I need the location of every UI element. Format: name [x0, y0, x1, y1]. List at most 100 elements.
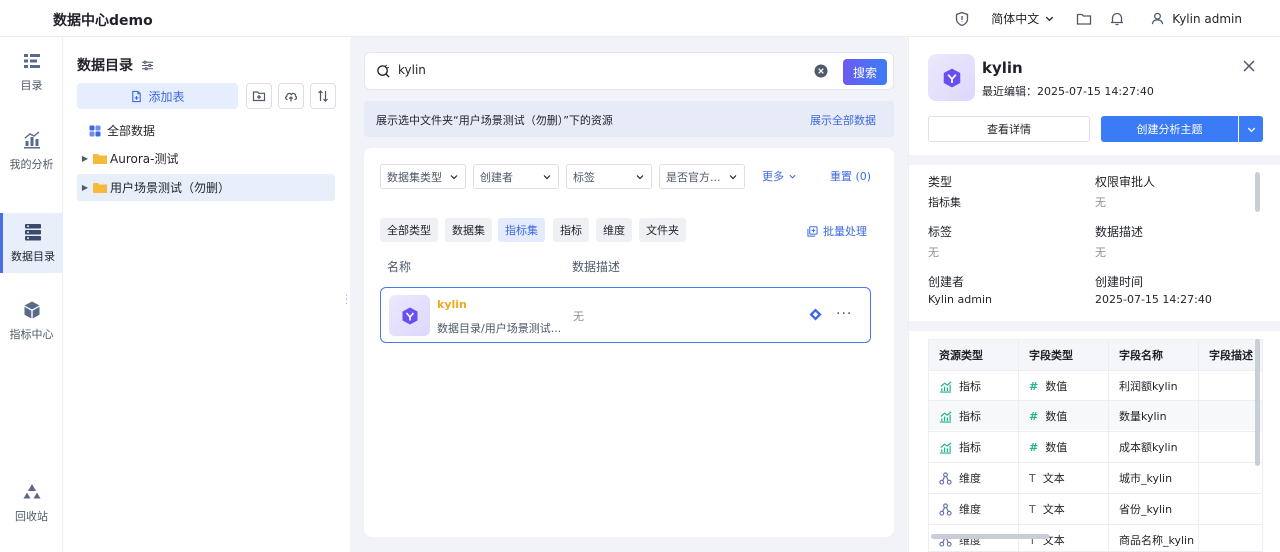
- tree-item-all-data[interactable]: 全部数据: [77, 117, 335, 144]
- create-options-dropdown[interactable]: [1238, 116, 1263, 142]
- filter-dataset-type[interactable]: 数据集类型: [380, 164, 466, 189]
- chip-all-types[interactable]: 全部类型: [380, 218, 438, 242]
- chip-dimension[interactable]: 维度: [596, 218, 632, 242]
- prop-label-tags: 标签: [928, 225, 953, 239]
- cloud-upload-icon: [285, 92, 298, 102]
- top-bar: 数据中心demo 简体中文 Kylin admin: [0, 0, 1280, 37]
- bell-icon[interactable]: [1109, 11, 1125, 27]
- props-scrollbar[interactable]: [1255, 172, 1260, 212]
- dimension-icon: [939, 471, 952, 485]
- detail-title: kylin: [982, 59, 1023, 77]
- nav-label: 指标中心: [9, 328, 54, 341]
- detail-last-edit: 最近编辑：2025-07-15 14:27:40: [982, 85, 1154, 98]
- user-name: Kylin admin: [1172, 11, 1242, 26]
- search-input[interactable]: [398, 63, 778, 77]
- field-name: 商品名称_kylin: [1119, 534, 1195, 547]
- result-row[interactable]: kylin 数据目录/用户场景测试... 无 ···: [380, 287, 871, 343]
- nav-item-recycle-bin[interactable]: 回收站: [0, 473, 63, 533]
- folder-info-text: 展示选中文件夹“用户场景测试（勿删）”下的资源: [376, 114, 613, 127]
- prop-value-created: 2025-07-15 14:27:40: [1095, 293, 1212, 306]
- tree-item-user-scenario[interactable]: ▶ 用户场景测试（勿删）: [77, 174, 335, 201]
- sort-button[interactable]: [310, 83, 336, 109]
- field-name: 城市_kylin: [1119, 472, 1173, 485]
- prop-label-created: 创建时间: [1095, 275, 1144, 289]
- nav-item-my-analysis[interactable]: 我的分析: [0, 121, 63, 181]
- chip-folder[interactable]: 文件夹: [639, 218, 686, 242]
- upload-button[interactable]: [278, 83, 304, 109]
- prop-value-tags: 无: [928, 246, 939, 259]
- folder-add-icon: [252, 91, 266, 102]
- folder-icon: [93, 154, 107, 164]
- table-row[interactable]: 维度 T 文本 省份_kylin: [929, 493, 1262, 524]
- add-table-label: 添加表: [148, 89, 185, 104]
- field-name: 省份_kylin: [1119, 503, 1173, 516]
- column-header-desc: 数据描述: [572, 260, 621, 274]
- user-menu[interactable]: Kylin admin: [1150, 11, 1242, 26]
- field-type: 数值: [1045, 380, 1068, 393]
- nav-label: 目录: [20, 79, 43, 92]
- chip-dataset[interactable]: 数据集: [445, 218, 492, 242]
- chevron-down-icon: [636, 174, 644, 179]
- caret-right-icon[interactable]: ▶: [77, 154, 93, 163]
- header-field-type: 字段类型: [1019, 340, 1109, 370]
- metric-set-icon: [928, 54, 975, 101]
- more-label: 更多: [762, 170, 784, 183]
- chip-metric-set[interactable]: 指标集: [498, 218, 545, 242]
- new-folder-button[interactable]: [246, 83, 272, 109]
- analyze-icon[interactable]: [809, 308, 822, 321]
- table-scrollbar[interactable]: [1255, 339, 1260, 466]
- chevron-down-icon: [729, 174, 737, 179]
- add-file-icon: [132, 90, 142, 102]
- header-field-name: 字段名称: [1109, 340, 1199, 370]
- list-icon: [23, 54, 40, 68]
- filter-label: 创建者: [480, 170, 513, 184]
- table-row[interactable]: 指标 # 数值 数量kylin: [929, 400, 1262, 431]
- nav-item-data-catalog[interactable]: 数据目录: [0, 213, 63, 273]
- tree-item-aurora[interactable]: ▶ Aurora-测试: [77, 145, 335, 172]
- nav-item-catalog[interactable]: 目录: [0, 42, 63, 102]
- shield-icon[interactable]: [954, 11, 970, 27]
- show-all-data-link[interactable]: 展示全部数据: [810, 112, 876, 128]
- cube-icon: [24, 301, 39, 319]
- caret-right-icon[interactable]: ▶: [77, 183, 93, 192]
- table-row[interactable]: 指标 # 数值 利润额kylin: [929, 370, 1262, 401]
- chevron-down-icon: [789, 174, 796, 179]
- result-desc: 无: [573, 310, 584, 323]
- tree-item-label: Aurora-测试: [110, 152, 179, 166]
- view-details-button[interactable]: 查看详情: [928, 116, 1090, 142]
- create-analysis-button[interactable]: 创建分析主题: [1101, 116, 1238, 142]
- more-filters-button[interactable]: 更多: [762, 168, 797, 184]
- filter-official[interactable]: 是否官方...: [659, 164, 745, 189]
- close-icon[interactable]: [1242, 59, 1256, 73]
- add-table-button[interactable]: 添加表: [77, 83, 238, 109]
- more-options-icon[interactable]: ···: [836, 306, 852, 322]
- filter-settings-icon[interactable]: [141, 59, 154, 72]
- chip-metric[interactable]: 指标: [553, 218, 589, 242]
- app-title: 数据中心demo: [53, 13, 153, 29]
- filter-tags[interactable]: 标签: [566, 164, 652, 189]
- database-icon: [25, 224, 41, 241]
- clear-icon[interactable]: [814, 64, 828, 78]
- recycle-icon: [23, 484, 40, 499]
- table-horizontal-scrollbar[interactable]: [931, 534, 1049, 539]
- catalog-panel: 数据目录 添加表 全部数据 ▶ Aurora-测试 ▶ 用户场景测试（勿删）: [63, 37, 350, 552]
- search-icon: [377, 64, 390, 78]
- language-selector[interactable]: 简体中文: [991, 10, 1055, 27]
- hash-icon: #: [1029, 379, 1039, 393]
- hash-icon: #: [1029, 440, 1039, 454]
- prop-value-desc: 无: [1095, 246, 1106, 259]
- search-button[interactable]: 搜索: [843, 59, 887, 85]
- reset-filters-button[interactable]: 重置 (0): [830, 168, 871, 184]
- field-type: 数值: [1045, 441, 1068, 454]
- prop-label-creator: 创建者: [928, 275, 965, 289]
- batch-process-button[interactable]: 批量处理: [807, 223, 867, 239]
- filter-creator[interactable]: 创建者: [473, 164, 559, 189]
- panel-splitter-handle[interactable]: · · ·: [345, 292, 348, 310]
- table-row[interactable]: 指标 # 数值 成本额kylin: [929, 431, 1262, 462]
- tree-item-label: 用户场景测试（勿删）: [110, 181, 231, 195]
- prop-value-approver: 无: [1095, 196, 1106, 209]
- folder-icon[interactable]: [1076, 11, 1092, 27]
- prop-label-type: 类型: [928, 175, 953, 189]
- nav-item-metric-center[interactable]: 指标中心: [0, 291, 63, 351]
- table-row[interactable]: 维度 T 文本 城市_kylin: [929, 462, 1262, 493]
